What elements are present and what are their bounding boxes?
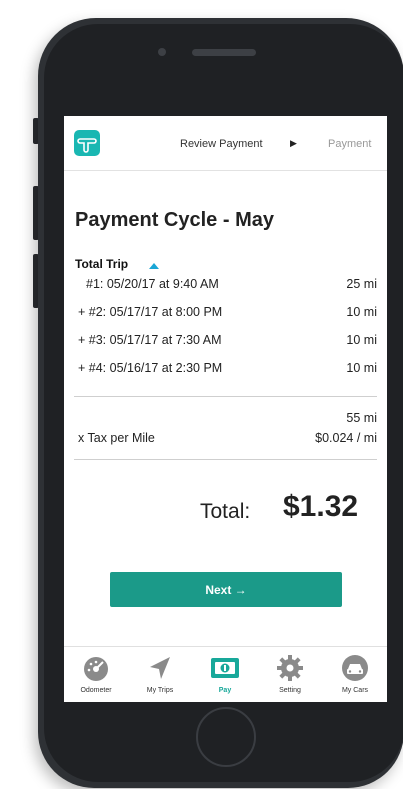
gauge-icon <box>84 657 108 681</box>
app-logo[interactable] <box>74 130 100 156</box>
navigation-arrow-icon <box>150 657 170 679</box>
trip-row-distance: 10 mi <box>346 305 377 319</box>
trip-row: #1: 05/20/17 at 9:40 AM 25 mi <box>64 277 387 293</box>
trip-row-label: + #2: 05/17/17 at 8:00 PM <box>78 305 223 319</box>
home-button[interactable] <box>196 707 256 767</box>
sort-caret-up-icon[interactable] <box>149 263 159 269</box>
divider <box>74 459 377 460</box>
tax-value: $0.024 / mi <box>315 431 377 445</box>
bottom-tab-bar: Odometer My Trips Pay Setting My Cars <box>64 646 387 702</box>
trip-row-distance: 10 mi <box>346 361 377 375</box>
trip-row-label: + #3: 05/17/17 at 7:30 AM <box>78 333 222 347</box>
divider <box>74 396 377 397</box>
trip-row-label: #1: 05/20/17 at 9:40 AM <box>86 277 219 291</box>
breadcrumb-arrow-icon: ▶ <box>290 138 297 148</box>
earpiece-speaker <box>192 49 256 56</box>
app-logo-icon <box>77 138 97 153</box>
tab-label: Setting <box>279 687 301 694</box>
total-amount: $1.32 <box>283 490 359 523</box>
tab-my-trips[interactable]: My Trips <box>130 653 190 694</box>
money-bill-icon <box>211 658 239 678</box>
total-distance-row: 55 mi <box>64 411 387 427</box>
trip-row: + #3: 05/17/17 at 7:30 AM 10 mi <box>64 333 387 349</box>
page-title: Payment Cycle - May <box>75 209 274 231</box>
next-button[interactable]: Next → <box>110 572 342 607</box>
tab-label: My Trips <box>146 687 174 694</box>
trip-row: + #2: 05/17/17 at 8:00 PM 10 mi <box>64 305 387 321</box>
tab-odometer[interactable]: Odometer <box>66 653 126 694</box>
total-label: Total: <box>200 500 251 523</box>
breadcrumb-review-payment[interactable]: Review Payment <box>180 138 263 150</box>
app-screen: Review Payment ▶ Payment Payment Cycle -… <box>64 116 387 702</box>
car-icon <box>342 655 368 681</box>
tab-label: My Cars <box>341 687 369 694</box>
tax-row: x Tax per Mile $0.024 / mi <box>64 431 387 447</box>
front-camera <box>158 48 166 56</box>
tab-setting[interactable]: Setting <box>260 653 320 694</box>
tax-label: x Tax per Mile <box>78 431 155 445</box>
trip-row-distance: 10 mi <box>346 333 377 347</box>
tab-pay[interactable]: Pay <box>195 653 255 694</box>
top-bar: Review Payment ▶ Payment <box>64 116 387 171</box>
trip-row-label: + #4: 05/16/17 at 2:30 PM <box>78 361 223 375</box>
tab-label: Pay <box>218 687 232 694</box>
tab-label: Odometer <box>80 687 112 694</box>
trip-row: + #4: 05/16/17 at 2:30 PM 10 mi <box>64 361 387 377</box>
tab-my-cars[interactable]: My Cars <box>325 653 385 694</box>
gear-icon <box>277 655 303 681</box>
total-trip-label[interactable]: Total Trip <box>75 257 128 271</box>
trip-row-distance: 25 mi <box>346 277 377 291</box>
total-distance-value: 55 mi <box>346 411 377 425</box>
breadcrumb-payment[interactable]: Payment <box>328 138 371 150</box>
